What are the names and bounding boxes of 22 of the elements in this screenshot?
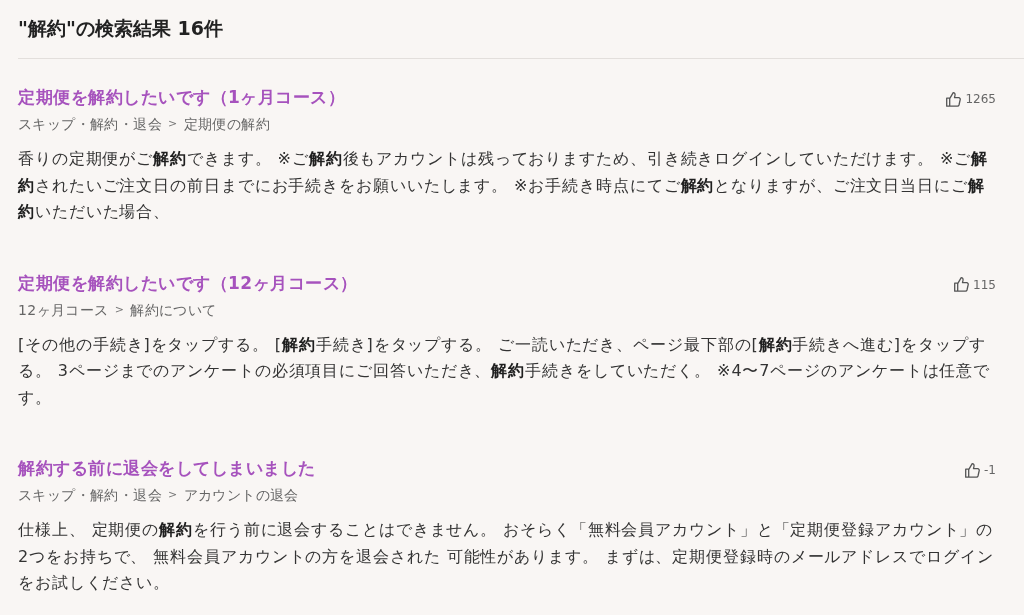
search-results-heading: "解約"の検索結果 16件 (18, 16, 223, 40)
breadcrumb-link[interactable]: 定期便の解約 (183, 114, 271, 134)
breadcrumb-link[interactable]: 12ヶ月コース (18, 299, 109, 320)
result-title-link[interactable]: 定期便を解約したいです（1ヶ月コース） (18, 86, 346, 108)
like-count: 115 (973, 277, 996, 292)
breadcrumb-link[interactable]: スキップ・解約・退会 (18, 114, 162, 134)
breadcrumb-link[interactable]: 解約について (130, 299, 217, 320)
result-title-link[interactable]: 定期便を解約したいです（12ヶ月コース） (18, 271, 358, 294)
result-snippet: [その他の手続き]をタップする。 [解約手続き]をタップする。 ご一読いただき、ページ最下部の[解約手続きへ進む]をタップする。 3ページまでのアンケートの必須項目にご回答いただき、解約手続きをしていただく。 ※4〜7ページのアンケートは任意です。 (18, 333, 992, 409)
result-title-link[interactable]: 解約する前に退会をしてしまいました (18, 457, 316, 479)
thumbs-up-icon[interactable] (946, 91, 962, 107)
breadcrumb-separator: > (168, 487, 178, 503)
breadcrumb-link[interactable]: アカウントの退会 (183, 485, 299, 505)
result-snippet: 仕様上、 定期便の解約を行う前に退会することはできません。 おそらく「無料会員アカウント」と「定期便登録アカウント」の2つをお持ちで、 無料会員アカウントの方を退会された 可能性があります。 まずは、定期便登録時のメールアドレスでログインをお試しください。 (18, 519, 995, 594)
breadcrumb-separator: > (168, 116, 178, 132)
thumbs-up-icon[interactable] (954, 277, 970, 292)
breadcrumb-separator: > (114, 301, 125, 318)
result-snippet: 香りの定期便がご解約できます。 ※ご解約後もアカウントは残っておりますため、引き続きログインしていただけます。 ※ご解約されたいご注文日の前日までにお手続きをお願いいたします。 ※お手続き時点にてご解約となりますが、ご注文日当日にご解約いただいた場合、 (18, 148, 990, 223)
like-count: -1 (984, 463, 996, 477)
thumbs-up-icon[interactable] (965, 462, 981, 478)
like-count: 1265 (965, 92, 996, 106)
breadcrumb-link[interactable]: スキップ・解約・退会 (18, 485, 162, 505)
